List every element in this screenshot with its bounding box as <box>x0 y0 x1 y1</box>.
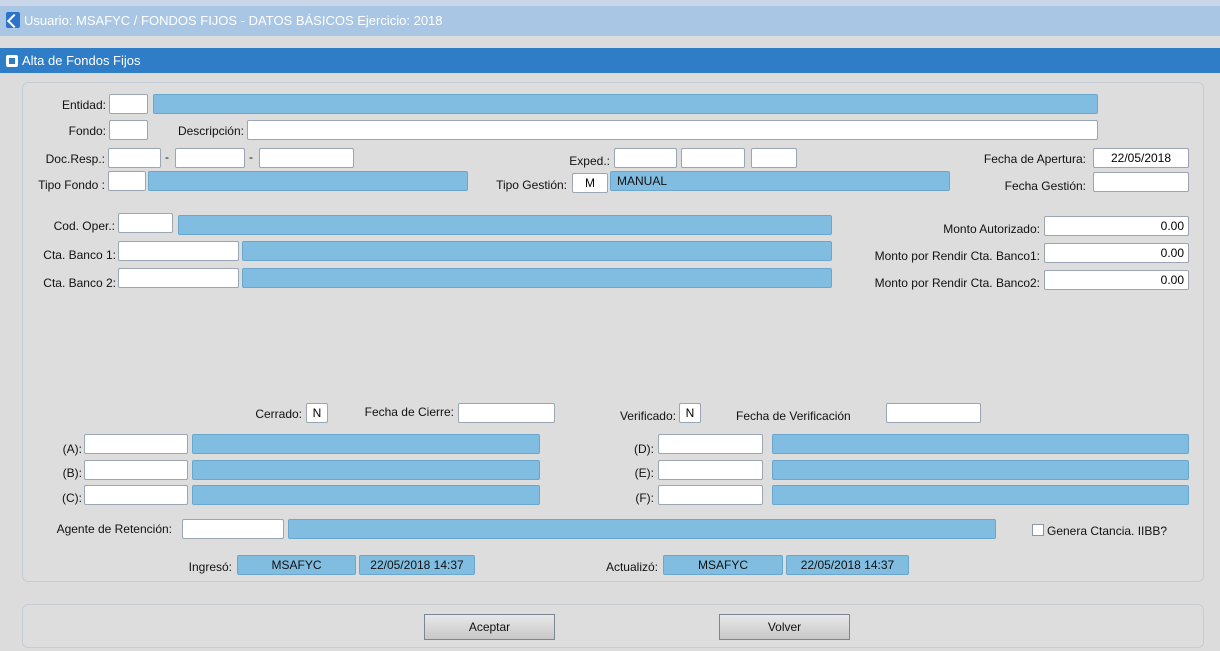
fondo-input[interactable] <box>109 120 148 140</box>
c-description-field <box>192 485 540 505</box>
entidad-label: Entidad: <box>61 98 106 112</box>
verificado-label: Verificado: <box>619 409 676 423</box>
genera-ctancia-label: Genera Ctancia. IIBB? <box>1047 524 1168 538</box>
actualizo-label: Actualizó: <box>605 560 658 574</box>
verificado-input[interactable]: N <box>679 403 701 423</box>
monto-rendir-2-input[interactable]: 0.00 <box>1044 270 1189 290</box>
form-icon <box>6 55 18 67</box>
fecha-verificacion-input[interactable] <box>886 403 981 423</box>
d-code-input[interactable] <box>658 434 763 454</box>
agente-retencion-description-field <box>288 519 996 539</box>
d-description-field <box>772 434 1189 454</box>
b-label: (B): <box>62 466 82 480</box>
aceptar-button[interactable]: Aceptar <box>424 614 555 640</box>
ingreso-label: Ingresó: <box>188 560 232 574</box>
entidad-code-input[interactable] <box>109 94 148 114</box>
cerrado-input[interactable]: N <box>306 403 328 423</box>
doc-resp-dash-1: - <box>165 150 169 164</box>
monto-autorizado-input[interactable]: 0.00 <box>1044 216 1189 236</box>
ingreso-user-field: MSAFYC <box>237 555 356 575</box>
doc-resp-dash-2: - <box>249 150 253 164</box>
form-title-bar: Alta de Fondos Fijos <box>0 48 1220 73</box>
cerrado-label: Cerrado: <box>255 407 302 421</box>
fecha-apertura-label: Fecha de Apertura: <box>983 152 1086 166</box>
cod-oper-description-field <box>178 215 832 235</box>
tipo-fondo-code-input[interactable] <box>108 171 146 191</box>
d-label: (D): <box>634 442 654 456</box>
cta-banco-1-input[interactable] <box>118 241 239 261</box>
window-title-bar: Usuario: MSAFYC / FONDOS FIJOS - DATOS B… <box>0 6 1220 36</box>
f-description-field <box>772 485 1189 505</box>
actualizo-date-field: 22/05/2018 14:37 <box>786 555 909 575</box>
e-code-input[interactable] <box>658 460 763 480</box>
a-label: (A): <box>62 442 82 456</box>
fecha-verificacion-label: Fecha de Verificación <box>736 409 851 423</box>
tipo-gestion-code-input[interactable]: M <box>572 173 608 193</box>
cta-banco-1-description-field <box>242 241 832 261</box>
fecha-apertura-input[interactable]: 22/05/2018 <box>1093 148 1189 168</box>
tipo-fondo-description-field <box>148 171 468 191</box>
tipo-gestion-description-field: MANUAL <box>610 171 950 191</box>
monto-autorizado-label: Monto Autorizado: <box>943 222 1040 236</box>
button-panel <box>22 604 1204 648</box>
fecha-gestion-input[interactable] <box>1093 172 1189 192</box>
monto-rendir-2-label: Monto por Rendir Cta. Banco2: <box>874 276 1040 290</box>
b-description-field <box>192 460 540 480</box>
app-window-icon <box>6 12 20 28</box>
cta-banco-2-label: Cta. Banco 2: <box>43 276 116 290</box>
f-label: (F): <box>635 491 654 505</box>
a-description-field <box>192 434 540 454</box>
cod-oper-label: Cod. Oper.: <box>53 219 115 233</box>
descripcion-input[interactable] <box>247 120 1098 140</box>
c-code-input[interactable] <box>84 485 188 505</box>
cta-banco-2-description-field <box>242 268 832 288</box>
exped-2-input[interactable] <box>681 148 745 168</box>
monto-rendir-1-input[interactable]: 0.00 <box>1044 243 1189 263</box>
c-label: (C): <box>62 491 82 505</box>
fecha-gestion-label: Fecha Gestión: <box>1004 179 1086 193</box>
tipo-fondo-label: Tipo Fondo : <box>38 178 105 192</box>
doc-resp-label: Doc.Resp.: <box>45 152 105 166</box>
doc-resp-number-input[interactable] <box>175 148 245 168</box>
cta-banco-2-input[interactable] <box>118 268 239 288</box>
exped-3-input[interactable] <box>751 148 797 168</box>
fondo-label: Fondo: <box>68 124 106 138</box>
ingreso-date-field: 22/05/2018 14:37 <box>359 555 475 575</box>
exped-1-input[interactable] <box>614 148 677 168</box>
agente-retencion-label: Agente de Retención: <box>56 522 172 536</box>
fecha-cierre-label: Fecha de Cierre: <box>364 405 454 419</box>
e-description-field <box>772 460 1189 480</box>
actualizo-user-field: MSAFYC <box>663 555 783 575</box>
entidad-description-field <box>153 94 1098 114</box>
cod-oper-input[interactable] <box>118 213 173 233</box>
descripcion-label: Descripción: <box>177 124 244 138</box>
fecha-cierre-input[interactable] <box>458 403 555 423</box>
cta-banco-1-label: Cta. Banco 1: <box>43 248 116 262</box>
f-code-input[interactable] <box>658 485 763 505</box>
b-code-input[interactable] <box>84 460 188 480</box>
e-label: (E): <box>634 466 654 480</box>
doc-resp-type-input[interactable] <box>108 148 161 168</box>
genera-ctancia-checkbox[interactable] <box>1032 524 1044 536</box>
monto-rendir-1-label: Monto por Rendir Cta. Banco1: <box>874 249 1040 263</box>
tipo-gestion-label: Tipo Gestión: <box>496 178 567 192</box>
doc-resp-digit-input[interactable] <box>259 148 354 168</box>
a-code-input[interactable] <box>84 434 188 454</box>
exped-label: Exped.: <box>569 154 610 168</box>
volver-button[interactable]: Volver <box>719 614 850 640</box>
agente-retencion-code-input[interactable] <box>182 519 284 539</box>
